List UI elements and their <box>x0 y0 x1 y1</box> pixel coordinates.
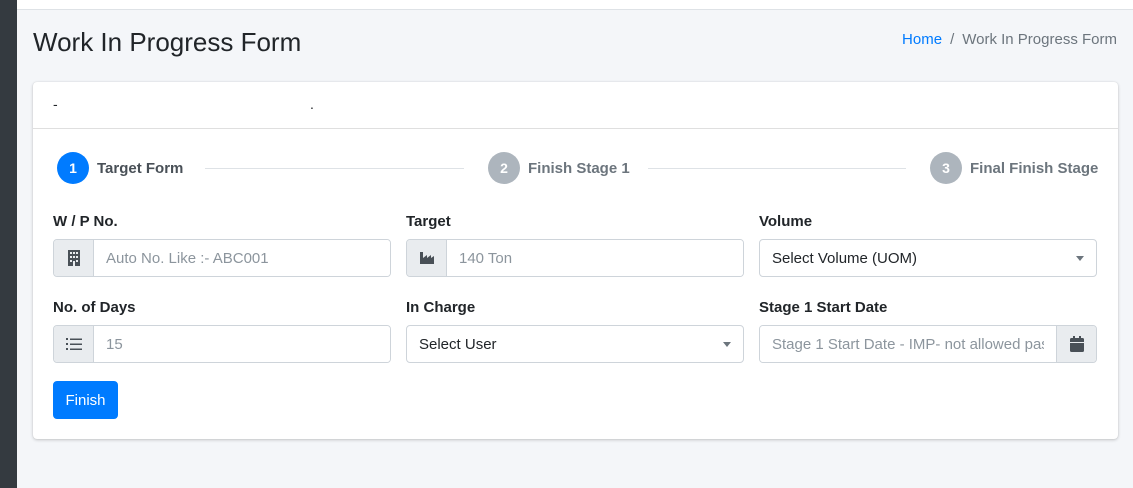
stage1-date-input-group <box>759 325 1097 363</box>
target-field: Target <box>406 213 744 277</box>
volume-label: Volume <box>759 213 813 230</box>
days-label: No. of Days <box>53 299 136 316</box>
breadcrumb: Home / Work In Progress Form <box>902 31 1117 48</box>
card-header-dash: - <box>53 96 58 112</box>
wp-no-input-group <box>53 239 391 277</box>
stepper: 1 Target Form 2 Finish Stage 1 3 Final F… <box>33 151 1118 185</box>
calendar-icon[interactable] <box>1056 326 1096 362</box>
wp-no-input[interactable] <box>94 240 390 276</box>
in-charge-label: In Charge <box>406 299 476 316</box>
days-field: No. of Days <box>53 299 391 363</box>
step-number-circle: 3 <box>930 152 962 184</box>
stage1-date-input[interactable] <box>760 326 1056 362</box>
days-input-group <box>53 325 391 363</box>
target-input-group <box>406 239 744 277</box>
finish-button[interactable]: Finish <box>53 381 118 419</box>
step-number-circle: 2 <box>488 152 520 184</box>
wp-no-field: W / P No. <box>53 213 391 277</box>
step-label: Target Form <box>97 159 184 177</box>
card-header: - . <box>33 82 1118 129</box>
top-navbar <box>17 0 1133 10</box>
chevron-down-icon <box>1076 255 1084 261</box>
page-title: Work In Progress Form <box>33 27 302 57</box>
target-label: Target <box>406 213 451 230</box>
in-charge-field: In Charge Select User <box>406 299 744 363</box>
building-icon <box>54 240 94 276</box>
in-charge-select-value: Select User <box>419 335 497 353</box>
volume-select-value: Select Volume (UOM) <box>772 249 918 267</box>
wp-no-label: W / P No. <box>53 213 118 230</box>
step-finish-stage-1[interactable]: 2 Finish Stage 1 <box>488 151 630 185</box>
target-input[interactable] <box>447 240 743 276</box>
volume-select[interactable]: Select Volume (UOM) <box>759 239 1097 277</box>
step-number-circle: 1 <box>57 152 89 184</box>
chevron-down-icon <box>723 341 731 347</box>
days-input[interactable] <box>94 326 390 362</box>
stepper-connector <box>648 168 906 169</box>
stage1-date-label: Stage 1 Start Date <box>759 299 888 316</box>
step-final-finish-stage[interactable]: 3 Final Finish Stage <box>930 151 1098 185</box>
card-header-dot: . <box>310 96 314 112</box>
list-ol-icon <box>54 326 94 362</box>
step-label: Final Finish Stage <box>970 159 1099 177</box>
breadcrumb-home-link[interactable]: Home <box>902 31 942 48</box>
breadcrumb-current: Work In Progress Form <box>962 31 1117 48</box>
sidebar-strip <box>0 0 17 488</box>
stage1-date-field: Stage 1 Start Date <box>759 299 1097 363</box>
volume-field: Volume Select Volume (UOM) <box>759 213 1097 277</box>
wip-form-card: - . 1 Target Form 2 Finish Stage 1 3 Fin… <box>33 82 1118 439</box>
industry-icon <box>407 240 447 276</box>
stepper-connector <box>205 168 464 169</box>
in-charge-select[interactable]: Select User <box>406 325 744 363</box>
breadcrumb-separator: / <box>950 31 955 48</box>
step-label: Finish Stage 1 <box>528 159 630 177</box>
step-target-form[interactable]: 1 Target Form <box>57 151 183 185</box>
